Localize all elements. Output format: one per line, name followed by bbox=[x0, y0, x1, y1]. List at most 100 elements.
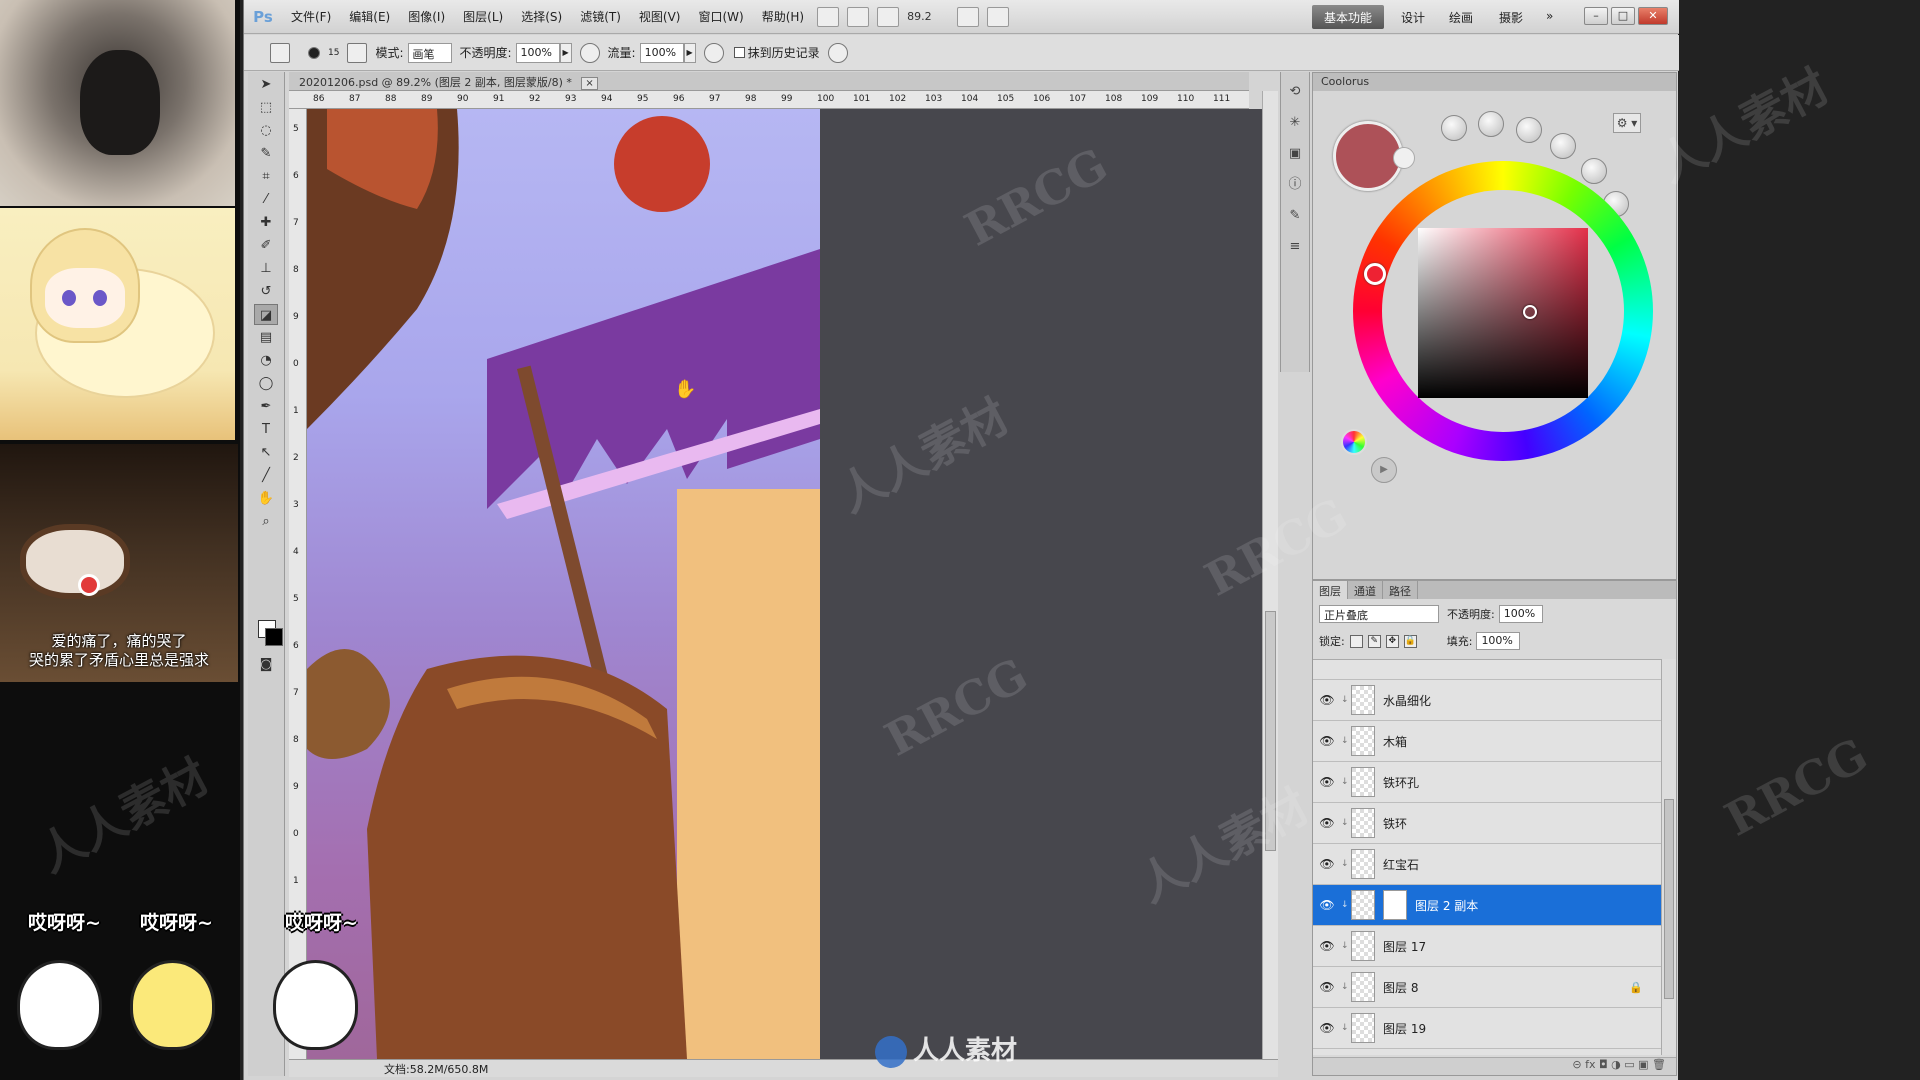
previous-color-swatch[interactable] bbox=[1393, 147, 1415, 169]
layer-row[interactable]: 👁 ↓ 图层 19 bbox=[1313, 1008, 1661, 1049]
mode-select[interactable]: 画笔 bbox=[407, 42, 452, 63]
brush-tool-icon[interactable]: ✐ bbox=[254, 235, 278, 256]
visibility-eye-icon[interactable]: 👁 bbox=[1313, 898, 1341, 912]
saturation-knob[interactable] bbox=[1478, 111, 1504, 137]
lock-transparency-icon[interactable] bbox=[1349, 634, 1363, 648]
flow-input[interactable]: 100% bbox=[639, 42, 684, 63]
move-tool-icon[interactable]: ➤ bbox=[254, 74, 278, 95]
visibility-eye-icon[interactable]: 👁 bbox=[1313, 1021, 1341, 1035]
view-extras-button[interactable] bbox=[877, 6, 900, 27]
dodge-tool-icon[interactable]: ◯ bbox=[254, 373, 278, 394]
zoom-level[interactable]: 89.2 bbox=[907, 10, 953, 23]
tab-layers[interactable]: 图层 bbox=[1313, 581, 1348, 599]
document-tab[interactable]: 20201206.psd @ 89.2% (图层 2 副本, 图层蒙版/8) *… bbox=[289, 72, 1249, 91]
bridge-button[interactable] bbox=[817, 6, 840, 27]
value-knob[interactable] bbox=[1516, 117, 1542, 143]
visibility-eye-icon[interactable]: 👁 bbox=[1313, 980, 1341, 994]
menu-window[interactable]: 窗口(W) bbox=[689, 8, 752, 25]
path-select-tool-icon[interactable]: ↖ bbox=[254, 442, 278, 463]
coolorus-settings-icon[interactable]: ⚙ ▾ bbox=[1613, 113, 1641, 133]
marquee-tool-icon[interactable]: ⬚ bbox=[254, 97, 278, 118]
close-window-icon[interactable]: ✕ bbox=[1638, 7, 1668, 25]
screen-mode-button[interactable] bbox=[987, 6, 1010, 27]
history-panel-icon[interactable]: ⟲ bbox=[1285, 82, 1305, 102]
workspace-more-icon[interactable]: » bbox=[1546, 9, 1553, 23]
tab-channels[interactable]: 通道 bbox=[1348, 581, 1383, 599]
blur-tool-icon[interactable]: ◔ bbox=[254, 350, 278, 371]
hue-knob[interactable] bbox=[1441, 115, 1467, 141]
fill-input[interactable]: 100% bbox=[1476, 632, 1521, 650]
brush-tip-icon[interactable] bbox=[308, 46, 320, 59]
pressure-size-icon[interactable] bbox=[827, 42, 848, 63]
quick-mask-icon[interactable]: ◙ bbox=[254, 654, 278, 675]
saturation-value-square[interactable] bbox=[1418, 228, 1588, 398]
layer-row[interactable]: 👁 ↓ 木箱 bbox=[1313, 721, 1661, 762]
opacity-input[interactable]: 100% bbox=[515, 42, 560, 63]
maximize-icon[interactable]: □ bbox=[1611, 7, 1635, 25]
pen-tool-icon[interactable]: ✒ bbox=[254, 396, 278, 417]
eraser-tool-icon[interactable]: ◪ bbox=[254, 304, 278, 325]
tab-paths[interactable]: 路径 bbox=[1383, 581, 1418, 599]
layer-row[interactable]: 👁 ↓ 图层 17 bbox=[1313, 926, 1661, 967]
color-mode-icon[interactable] bbox=[1341, 429, 1367, 455]
layer-row[interactable]: 👁 ↓ 水晶细化 bbox=[1313, 680, 1661, 721]
sv-marker[interactable] bbox=[1523, 305, 1537, 319]
navigator-panel-icon[interactable]: ▣ bbox=[1285, 144, 1305, 164]
lock-all-icon[interactable]: 🔒 bbox=[1403, 634, 1417, 648]
workspace-paint-link[interactable]: 绘画 bbox=[1449, 9, 1473, 26]
menu-view[interactable]: 视图(V) bbox=[630, 8, 690, 25]
visibility-eye-icon[interactable]: 👁 bbox=[1313, 734, 1341, 748]
hue-marker[interactable] bbox=[1364, 263, 1386, 285]
visibility-eye-icon[interactable]: 👁 bbox=[1313, 857, 1341, 871]
clone-stamp-tool-icon[interactable]: ⊥ bbox=[254, 258, 278, 279]
hand-tool-icon[interactable]: ✋ bbox=[254, 488, 278, 509]
layer-row[interactable]: 👁 ↓ 铁环 bbox=[1313, 803, 1661, 844]
workspace-essentials-button[interactable]: 基本功能 bbox=[1312, 5, 1384, 29]
info-panel-icon[interactable]: ⓘ bbox=[1285, 175, 1305, 195]
menu-select[interactable]: 选择(S) bbox=[512, 8, 571, 25]
menu-image[interactable]: 图像(I) bbox=[399, 8, 454, 25]
visibility-eye-icon[interactable]: 👁 bbox=[1313, 775, 1341, 789]
layer-row-selected[interactable]: 👁 ↓ 图层 2 副本 bbox=[1313, 885, 1661, 926]
red-knob[interactable] bbox=[1550, 133, 1576, 159]
history-checkbox[interactable] bbox=[733, 47, 745, 58]
layer-mask-thumbnail[interactable] bbox=[1383, 890, 1407, 920]
actions-panel-icon[interactable]: ✳ bbox=[1285, 113, 1305, 133]
layers-bottom-bar[interactable]: ⊝ fx ◘ ◑ ▭ ▣ 🗑 bbox=[1313, 1057, 1676, 1075]
background-color-swatch[interactable] bbox=[265, 628, 283, 646]
layers-scrollbar-thumb[interactable] bbox=[1664, 799, 1674, 999]
shape-tool-icon[interactable]: ╱ bbox=[254, 465, 278, 486]
history-brush-tool-icon[interactable]: ↺ bbox=[254, 281, 278, 302]
menu-edit[interactable]: 编辑(E) bbox=[340, 8, 399, 25]
crop-tool-icon[interactable]: ⌗ bbox=[254, 166, 278, 187]
opacity-slider-arrow[interactable]: ▶ bbox=[559, 42, 572, 63]
minimize-icon[interactable]: – bbox=[1584, 7, 1608, 25]
visibility-eye-icon[interactable]: 👁 bbox=[1313, 939, 1341, 953]
blend-mode-select[interactable]: 正片叠底 bbox=[1319, 605, 1439, 623]
lock-pixels-icon[interactable]: ✎ bbox=[1367, 634, 1381, 648]
brush-presets-icon[interactable]: ✎ bbox=[1285, 206, 1305, 226]
visibility-eye-icon[interactable]: 👁 bbox=[1313, 693, 1341, 707]
brush-panel-icon[interactable] bbox=[347, 42, 368, 63]
arrange-documents-button[interactable] bbox=[957, 6, 980, 27]
coolorus-title[interactable]: Coolorus bbox=[1313, 73, 1676, 91]
gradient-tool-icon[interactable]: ▤ bbox=[254, 327, 278, 348]
tool-preset-icon[interactable] bbox=[270, 42, 290, 63]
menu-file[interactable]: 文件(F) bbox=[282, 8, 340, 25]
workspace-photo-link[interactable]: 摄影 bbox=[1499, 9, 1523, 26]
eyedropper-tool-icon[interactable]: ⁄ bbox=[254, 189, 278, 210]
close-document-icon[interactable]: × bbox=[581, 77, 598, 90]
airbrush-icon[interactable] bbox=[703, 42, 724, 63]
menu-help[interactable]: 帮助(H) bbox=[753, 8, 813, 25]
menu-layer[interactable]: 图层(L) bbox=[454, 8, 512, 25]
workspace-design-link[interactable]: 设计 bbox=[1401, 9, 1425, 26]
green-knob[interactable] bbox=[1581, 158, 1607, 184]
artwork[interactable] bbox=[307, 109, 820, 1059]
layer-row[interactable]: 👁 ↓ 铁环孔 bbox=[1313, 762, 1661, 803]
flow-slider-arrow[interactable]: ▶ bbox=[683, 42, 696, 63]
lock-position-icon[interactable]: ✥ bbox=[1385, 634, 1399, 648]
lasso-tool-icon[interactable]: ◌ bbox=[254, 120, 278, 141]
healing-brush-tool-icon[interactable]: ✚ bbox=[254, 212, 278, 233]
layer-opacity-input[interactable]: 100% bbox=[1498, 605, 1543, 623]
layers-scrollbar[interactable] bbox=[1661, 659, 1676, 1055]
